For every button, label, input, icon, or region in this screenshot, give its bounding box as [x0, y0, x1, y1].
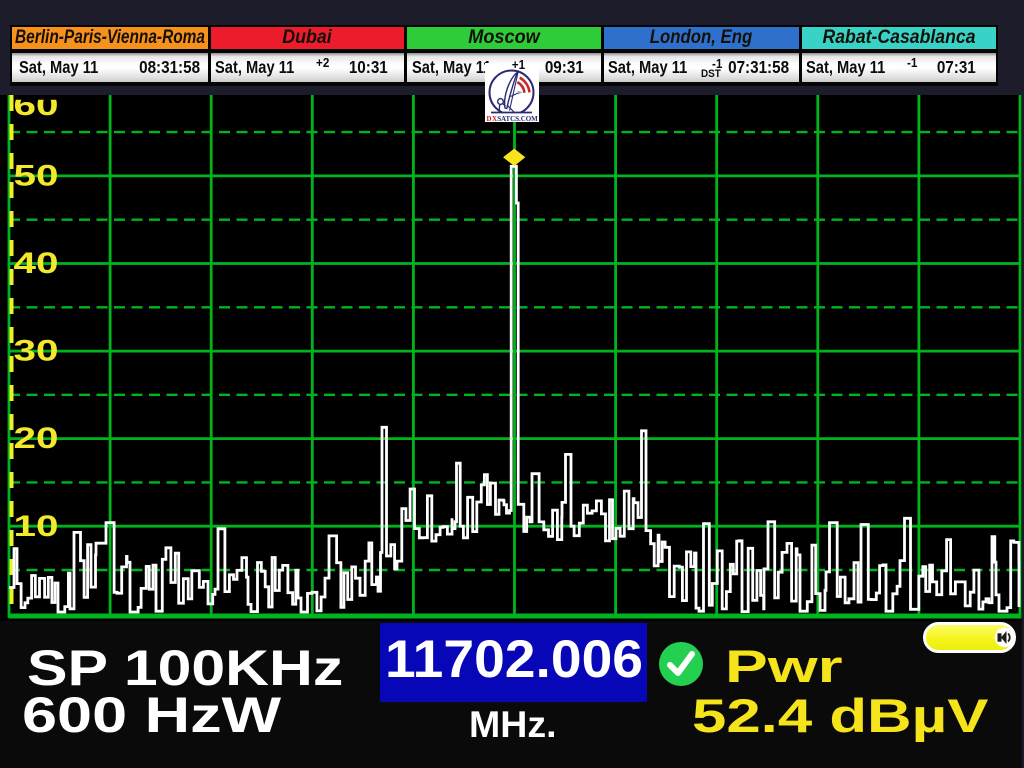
svg-text:10: 10: [14, 510, 59, 543]
svg-text:DX: DX: [487, 115, 498, 122]
svg-text:40: 40: [14, 247, 59, 280]
svg-text:SATCS.COM: SATCS.COM: [497, 115, 538, 122]
svg-text:30: 30: [14, 335, 59, 368]
svg-text:50: 50: [14, 160, 59, 193]
svg-text:20: 20: [14, 422, 59, 455]
